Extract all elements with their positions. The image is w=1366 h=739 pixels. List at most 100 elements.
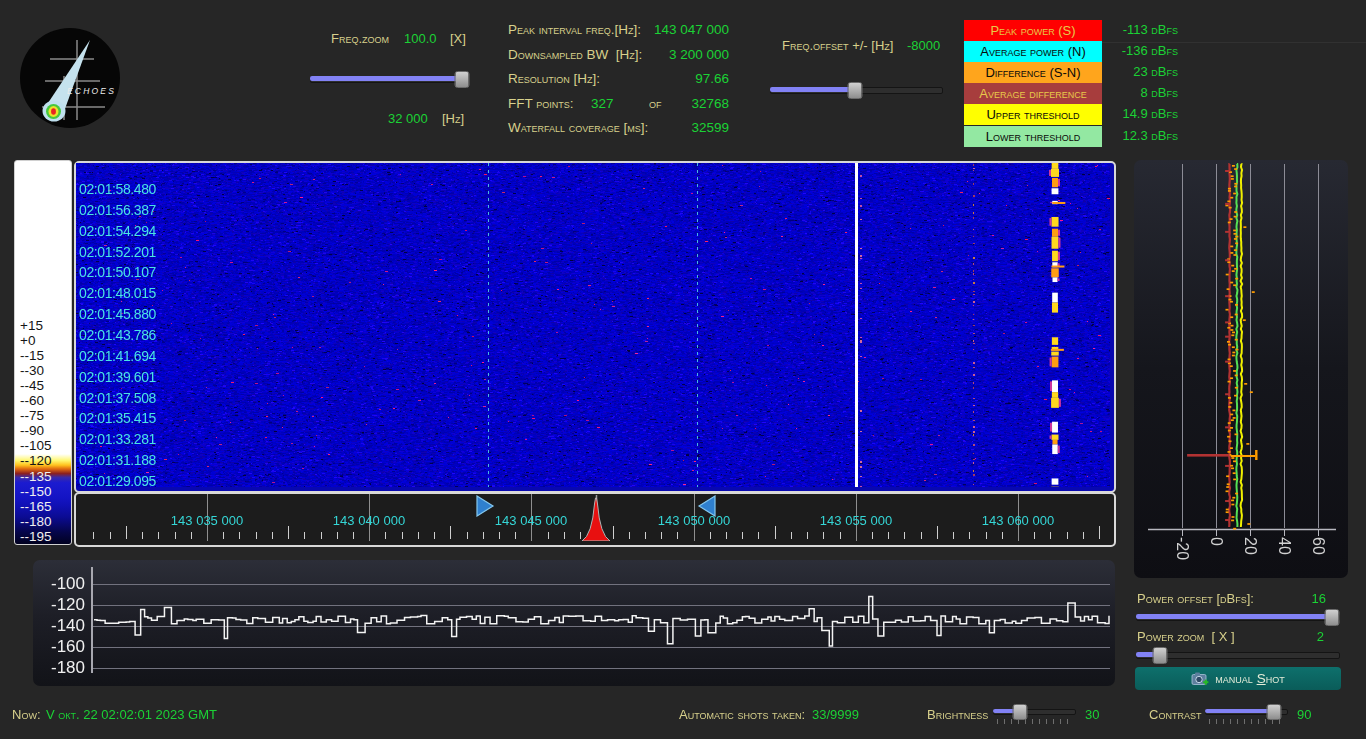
colorbar-label: --135	[20, 469, 52, 484]
legend-item[interactable]: Average difference	[964, 83, 1102, 104]
pan-right-button[interactable]	[475, 495, 495, 517]
spectrum-y-label: -100	[41, 574, 85, 594]
stats-value: 327	[591, 96, 614, 111]
stats-row: FFT points:327of32768	[508, 96, 729, 116]
freq-offset-label: Freq.offset +/- [Hz]	[782, 38, 893, 53]
freq-offset-slider-handle[interactable]	[847, 82, 862, 99]
legend-item[interactable]: Upper threshold	[964, 104, 1102, 125]
waterfall-timestamp: 02:01:29.095	[79, 473, 156, 487]
ruler-frequency-label: 143 060 000	[982, 513, 1054, 528]
waterfall-timestamp: 02:01:48.015	[79, 285, 156, 301]
power-zoom-slider-handle[interactable]	[1153, 647, 1168, 664]
contrast-slider-fill	[1205, 709, 1274, 713]
waterfall-timestamps: 02:01:58.480 02:01:56.387 02:01:54.294 02:0…	[76, 163, 296, 487]
power-offset-slider-fill	[1136, 614, 1332, 619]
manual-shot-button[interactable]: manual Shot	[1135, 667, 1341, 690]
stats-row: Downsampled BW [Hz]:3 200 000	[508, 47, 729, 67]
freq-zoom-slider-handle[interactable]	[454, 71, 469, 88]
spectrum-y-label: -120	[41, 595, 85, 615]
waterfall-timestamp: 02:01:37.508	[79, 390, 156, 406]
colorbar-label: +15	[20, 318, 43, 333]
contrast-slider-ticks	[1209, 719, 1284, 724]
brightness-value: 30	[1085, 707, 1099, 722]
colorbar-label: --90	[20, 423, 44, 438]
stats-label: Resolution [Hz]:	[508, 71, 600, 86]
peak-frequency-marker[interactable]	[583, 494, 610, 541]
colorbar-label: --15	[20, 348, 44, 363]
logo-text: ECHOES	[67, 86, 116, 96]
freq-zoom-slider[interactable]	[310, 70, 468, 86]
spectrum-plot	[33, 560, 1115, 686]
side-x-label: 40	[1275, 537, 1293, 555]
colorbar-label: +0	[20, 333, 35, 348]
side-x-label: -20	[1173, 537, 1191, 560]
power-offset-value: 16	[1300, 591, 1326, 606]
ruler-frequency-label: 143 035 000	[171, 513, 243, 528]
freq-offset-slider-fill	[770, 87, 855, 92]
legend-value: -136 dBfs	[1098, 43, 1178, 58]
waterfall-timestamp: 02:01:43.786	[79, 327, 156, 343]
power-offset-slider[interactable]	[1136, 608, 1340, 624]
waterfall-timestamp: 02:01:54.294	[79, 223, 156, 239]
ruler-frequency-label: 143 050 000	[658, 513, 730, 528]
waterfall-timestamp: 02:01:35.415	[79, 410, 156, 426]
side-axis-labels: -200204060	[1134, 160, 1348, 578]
spectrum-y-label: -180	[41, 658, 85, 678]
power-offset-slider-handle[interactable]	[1324, 609, 1339, 626]
stats-value: 97.66	[695, 71, 729, 86]
power-zoom-slider[interactable]	[1136, 646, 1340, 662]
side-x-label: 60	[1309, 537, 1327, 555]
contrast-slider[interactable]	[1205, 704, 1288, 718]
waterfall-timestamp: 02:01:58.480	[79, 181, 156, 197]
side-x-label: 0	[1207, 537, 1225, 546]
waterfall-timestamp: 02:01:50.107	[79, 264, 156, 280]
stats-value: 32599	[691, 120, 729, 135]
colorbar-label: --180	[20, 514, 52, 529]
legend-value: 8 dBfs	[1098, 85, 1178, 100]
colorbar-label: --45	[20, 378, 44, 393]
freq-zoom-value: 100.0	[404, 31, 437, 46]
freq-span-value: 32 000	[388, 111, 428, 126]
stats-label: Waterfall coverage [ms]:	[508, 120, 648, 135]
waterfall-timestamp: 02:01:56.387	[79, 202, 156, 218]
colorbar-label: --105	[20, 438, 52, 453]
freq-zoom-label: Freq.zoom	[331, 31, 389, 46]
legend-item[interactable]: Lower threshold	[964, 126, 1102, 147]
brightness-slider[interactable]	[993, 704, 1076, 718]
contrast-slider-handle[interactable]	[1266, 704, 1281, 720]
legend-values: -113 dBfs-136 dBfs23 dBfs8 dBfs14.9 dBfs…	[1098, 20, 1178, 146]
freq-zoom-unit: [X]	[450, 31, 466, 46]
waterfall-timestamp: 02:01:52.201	[79, 244, 156, 260]
stats-row: Waterfall coverage [ms]: 32599	[508, 120, 729, 140]
power-zoom-value: 2	[1300, 629, 1324, 644]
spectrum-axis-labels: -100-120-140-160-180	[33, 560, 133, 686]
shots-label: Automatic shots taken:	[679, 707, 805, 722]
freq-offset-value: -8000	[907, 38, 940, 53]
pan-left-button[interactable]	[697, 495, 717, 517]
power-offset-label: Power offset [dBfs]:	[1137, 591, 1254, 606]
colorbar-label: --195	[20, 529, 52, 544]
colorbar-label: --150	[20, 484, 52, 499]
shots-value: 33/9999	[812, 707, 859, 722]
legend-item[interactable]: Peak power (S)	[964, 20, 1102, 41]
stats-label: Downsampled BW [Hz]:	[508, 47, 642, 62]
freq-offset-slider[interactable]	[770, 81, 943, 97]
power-zoom-label: Power zoom [ X ]	[1137, 629, 1235, 644]
echoes-logo: ECHOES	[20, 28, 120, 128]
stats-label: FFT points:	[508, 96, 574, 111]
legend-item[interactable]: Average power (N)	[964, 41, 1102, 62]
ruler-frequency-label: 143 045 000	[495, 513, 567, 528]
spectrum-y-label: -140	[41, 616, 85, 636]
ruler-frequency-label: 143 055 000	[820, 513, 892, 528]
camera-icon	[1191, 671, 1209, 687]
stats-mid-label: of	[649, 96, 662, 111]
stats-label: Peak interval freq.[Hz]:	[508, 22, 641, 37]
waterfall-timestamp: 02:01:31.188	[79, 452, 156, 468]
legend-item[interactable]: Difference (S-N)	[964, 62, 1102, 83]
stats-row: Peak interval freq.[Hz]:143 047 000	[508, 22, 729, 42]
legend-value: 14.9 dBfs	[1098, 106, 1178, 121]
colorbar: +15+0--15--30--45--60--75--90--105--120-…	[14, 160, 72, 545]
ruler-frequency-label: 143 040 000	[333, 513, 405, 528]
spectrum-y-label: -160	[41, 637, 85, 657]
brightness-slider-handle[interactable]	[1013, 704, 1028, 720]
